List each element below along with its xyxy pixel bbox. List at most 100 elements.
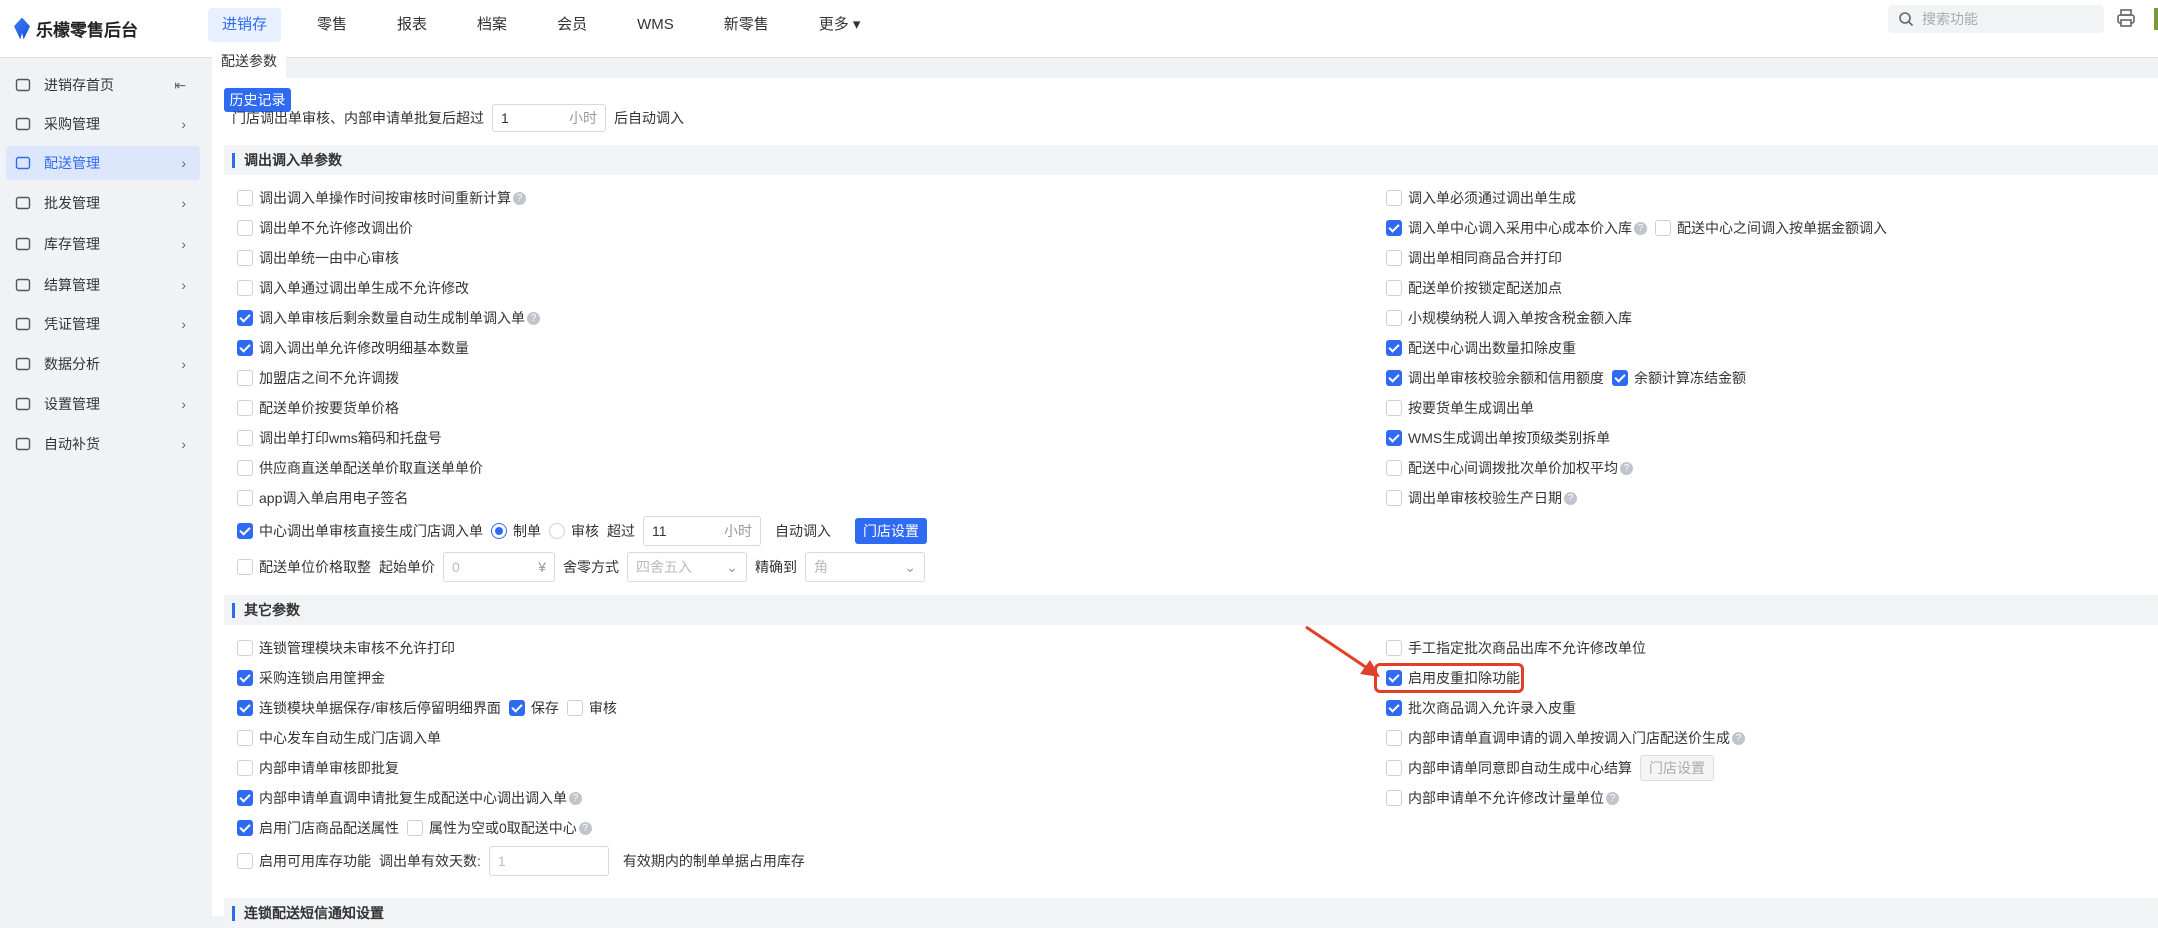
sidebar-item-4[interactable]: 库存管理 › (6, 227, 200, 261)
setting-checkbox[interactable] (237, 220, 253, 236)
setting-checkbox[interactable] (1386, 730, 1402, 746)
setting-checkbox[interactable] (1386, 460, 1402, 476)
sidebar-item-1[interactable]: 采购管理 › (6, 107, 200, 141)
setting-label: 调出单统一由中心审核 (259, 250, 399, 266)
setting-row: 调出单不允许修改调出价 (237, 213, 927, 243)
collapse-icon[interactable]: ⇤ (174, 77, 186, 94)
option-checkbox[interactable] (1612, 370, 1628, 386)
setting-label: 调入单必须通过调出单生成 (1408, 190, 1576, 206)
setting-checkbox[interactable] (1386, 370, 1402, 386)
setting-checkbox[interactable] (1386, 220, 1402, 236)
store-settings-button[interactable]: 门店设置 (855, 518, 927, 544)
setting-checkbox[interactable] (237, 559, 253, 575)
setting-checkbox[interactable] (237, 730, 253, 746)
option-checkbox[interactable]: 保存 (508, 698, 559, 718)
option-checkbox[interactable] (566, 700, 583, 716)
setting-checkbox[interactable] (1386, 790, 1402, 806)
sidebar-item-2[interactable]: 配送管理 › (6, 146, 200, 180)
option-checkbox[interactable] (1655, 220, 1671, 236)
setting-checkbox[interactable] (237, 523, 253, 539)
setting-checkbox[interactable] (237, 820, 253, 836)
avatar[interactable] (2154, 8, 2158, 30)
option-checkbox[interactable] (508, 700, 525, 716)
help-icon[interactable]: ? (1634, 221, 1647, 235)
setting-checkbox[interactable] (1386, 250, 1402, 266)
setting-checkbox[interactable] (1386, 430, 1402, 446)
sidebar-item-6[interactable]: 凭证管理 › (6, 307, 200, 341)
setting-label: 配送单价按锁定配送加点 (1408, 280, 1562, 296)
setting-row: 内部申请单审核即批复 (237, 753, 805, 783)
dropdown-select[interactable]: 四舍五入 ⌄ (627, 552, 747, 582)
annotation-arrow-icon (1305, 625, 1380, 677)
nav-item-0[interactable]: 进销存 (208, 8, 282, 42)
sidebar-item-9[interactable]: 自动补货 › (6, 427, 200, 461)
setting-checkbox[interactable] (1386, 310, 1402, 326)
setting-checkbox[interactable] (237, 430, 253, 446)
setting-checkbox[interactable] (237, 670, 253, 686)
nav-item-4[interactable]: 会员 (543, 8, 601, 42)
setting-row: 采购连锁启用筐押金 (237, 663, 805, 693)
nav-item-6[interactable]: 新零售 (710, 8, 783, 42)
setting-checkbox[interactable] (237, 250, 253, 266)
help-icon[interactable]: ? (1732, 731, 1745, 745)
option-radio[interactable]: 制单 (491, 521, 541, 541)
setting-checkbox[interactable] (1386, 490, 1402, 506)
setting-checkbox[interactable] (237, 853, 253, 869)
setting-checkbox[interactable] (237, 400, 253, 416)
setting-checkbox[interactable] (1386, 700, 1402, 716)
number-input[interactable]: 0 ¥ (443, 552, 555, 582)
option-checkbox[interactable]: 余额计算冻结金额 (1612, 368, 1746, 388)
radio-button[interactable] (491, 523, 507, 539)
setting-checkbox[interactable] (237, 190, 253, 206)
nav-item-1[interactable]: 零售 (303, 8, 361, 42)
setting-checkbox[interactable] (237, 760, 253, 776)
search-input[interactable]: 搜索功能 (1888, 5, 2104, 33)
help-icon[interactable]: ? (1564, 491, 1577, 505)
setting-checkbox[interactable] (237, 340, 253, 356)
sidebar-item-8[interactable]: 设置管理 › (6, 387, 200, 421)
setting-checkbox[interactable] (1386, 190, 1402, 206)
auto-transfer-hours-input[interactable]: 1 小时 (492, 104, 606, 132)
help-icon[interactable]: ? (569, 791, 582, 805)
app-logo[interactable]: 乐檬零售后台 (14, 16, 138, 41)
help-icon[interactable]: ? (578, 821, 592, 835)
tab-delivery-params[interactable]: 配送参数 (212, 44, 286, 78)
setting-row: 调入调出单允许修改明细基本数量 (237, 333, 927, 363)
option-checkbox[interactable] (407, 820, 423, 836)
setting-checkbox[interactable] (237, 370, 253, 386)
help-icon[interactable]: ? (527, 311, 540, 325)
radio-button[interactable] (549, 523, 565, 539)
setting-checkbox[interactable] (1386, 760, 1402, 776)
sidebar-item-0[interactable]: 进销存首页 ⇤ (6, 68, 200, 102)
sidebar-item-7[interactable]: 数据分析 › (6, 347, 200, 381)
nav-item-3[interactable]: 档案 (463, 8, 521, 42)
setting-checkbox[interactable] (237, 490, 253, 506)
number-input[interactable]: 11 小时 (643, 516, 761, 546)
option-checkbox[interactable]: 审核 (566, 698, 617, 718)
sidebar-item-3[interactable]: 批发管理 › (6, 186, 200, 220)
setting-label: 配送单位价格取整 (259, 559, 371, 575)
number-input[interactable]: 1 (488, 846, 609, 876)
help-icon[interactable]: ? (513, 191, 526, 205)
setting-checkbox[interactable] (237, 460, 253, 476)
setting-checkbox[interactable] (237, 280, 253, 296)
setting-checkbox[interactable] (1386, 340, 1402, 356)
setting-checkbox[interactable] (237, 640, 253, 656)
setting-checkbox[interactable] (1386, 400, 1402, 416)
option-checkbox[interactable]: 配送中心之间调入按单据金额调入 (1655, 218, 1887, 238)
setting-checkbox[interactable] (237, 790, 253, 806)
dropdown-select[interactable]: 角 ⌄ (805, 552, 925, 582)
nav-item-5[interactable]: WMS (623, 8, 688, 42)
printer-icon[interactable] (2116, 8, 2136, 28)
nav-item-7[interactable]: 更多 ▾ (805, 8, 875, 42)
setting-checkbox[interactable] (237, 700, 253, 716)
setting-checkbox[interactable] (237, 310, 253, 326)
help-icon[interactable]: ? (1620, 461, 1633, 475)
option-checkbox[interactable]: 属性为空或0取配送中心? (407, 818, 592, 838)
sidebar-item-5[interactable]: 结算管理 › (6, 268, 200, 302)
setting-row: 配送单位价格取整 起始单价 0 ¥ 舍零方式 四舍五入 ⌄ 精确到角 ⌄ (237, 549, 927, 585)
option-radio[interactable]: 审核 (549, 521, 599, 541)
setting-checkbox[interactable] (1386, 280, 1402, 296)
help-icon[interactable]: ? (1606, 791, 1619, 805)
nav-item-2[interactable]: 报表 (383, 8, 441, 42)
